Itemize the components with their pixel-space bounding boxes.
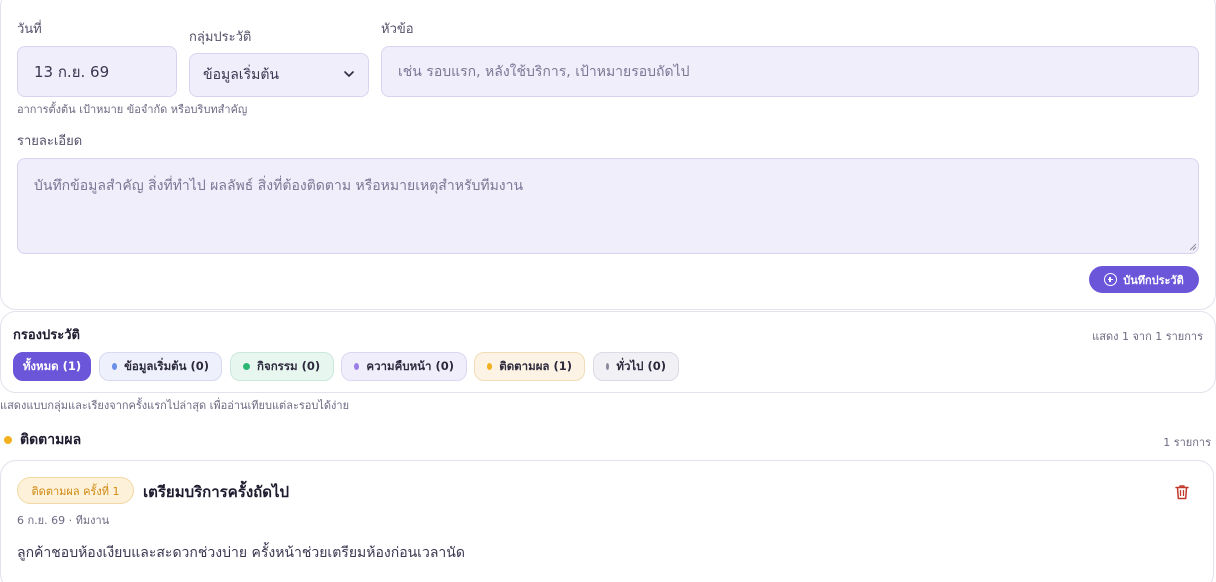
date-label: วันที่ bbox=[17, 22, 42, 37]
filter-summary: แสดง 1 จาก 1 รายการ bbox=[1092, 330, 1203, 343]
entry-body: ลูกค้าชอบห้องเงียบและสะดวกช่วงบ่าย ครั้ง… bbox=[17, 545, 465, 561]
topic-input[interactable]: เช่น รอบแรก, หลังใช้บริการ, เป้าหมายรอบถ… bbox=[381, 46, 1199, 97]
filter-chip-general[interactable]: ทั่วไป (0) bbox=[593, 352, 679, 381]
status-dot bbox=[606, 363, 610, 370]
status-dot bbox=[243, 363, 250, 370]
category-select[interactable]: ข้อมูลเริ่มต้น bbox=[189, 53, 369, 97]
topic-label: หัวข้อ bbox=[381, 22, 414, 37]
filter-chip-progress[interactable]: ความคืบหน้า (0) bbox=[341, 352, 467, 381]
detail-label: รายละเอียด bbox=[17, 134, 83, 149]
filter-chip-label: กิจกรรม (0) bbox=[257, 358, 321, 373]
filter-chip-label: ความคืบหน้า (0) bbox=[366, 358, 454, 373]
save-history-button[interactable]: บันทึกประวัติ bbox=[1089, 266, 1199, 293]
group-title: ติดตามผล bbox=[20, 432, 82, 448]
filter-chip-label: ทั้งหมด (1) bbox=[22, 358, 82, 373]
date-field[interactable]: 13 ก.ย. 69 bbox=[17, 46, 177, 97]
filter-title: กรองประวัติ bbox=[13, 328, 80, 343]
status-dot bbox=[112, 363, 118, 370]
group-header: ติดตามผล bbox=[4, 429, 81, 451]
category-label: กลุ่มประวัติ bbox=[189, 30, 252, 45]
status-dot bbox=[487, 363, 493, 370]
filter-chip-label: ติดตามผล (1) bbox=[499, 358, 572, 373]
topic-hint: อาการตั้งต้น เป้าหมาย ข้อจำกัด หรือบริบท… bbox=[17, 103, 248, 116]
filter-chip-all[interactable]: ทั้งหมด (1) bbox=[13, 352, 91, 381]
filter-chip-label: ทั่วไป (0) bbox=[616, 358, 666, 373]
status-dot bbox=[354, 363, 360, 370]
plus-circle-icon bbox=[1104, 273, 1118, 286]
filter-chip-follow-up[interactable]: ติดตามผล (1) bbox=[474, 352, 585, 381]
filter-chip-label: ข้อมูลเริ่มต้น (0) bbox=[124, 358, 209, 373]
resize-handle-icon[interactable] bbox=[1188, 242, 1197, 251]
group-count: 1 รายการ bbox=[1163, 436, 1211, 449]
save-history-label: บันทึกประวัติ bbox=[1123, 273, 1184, 287]
filter-note: แสดงแบบกลุ่มและเรียงจากครั้งแรกไปล่าสุด … bbox=[0, 399, 350, 412]
detail-textarea[interactable]: บันทึกข้อมูลสำคัญ สิ่งที่ทำไป ผลลัพธ์ สิ… bbox=[17, 158, 1199, 254]
entry-meta: 6 ก.ย. 69 · ทีมงาน bbox=[17, 514, 110, 527]
filter-chip-activity[interactable]: กิจกรรม (0) bbox=[230, 352, 334, 381]
filter-chip-basic[interactable]: ข้อมูลเริ่มต้น (0) bbox=[99, 352, 222, 381]
entry-title: เตรียมบริการครั้งถัดไป bbox=[143, 483, 290, 501]
entry-badge: ติดตามผล ครั้งที่ 1 bbox=[17, 477, 134, 504]
trash-icon[interactable] bbox=[1175, 484, 1189, 500]
category-select-value: ข้อมูลเริ่มต้น bbox=[203, 67, 279, 83]
group-dot bbox=[4, 436, 12, 444]
chevron-down-icon bbox=[344, 71, 354, 77]
